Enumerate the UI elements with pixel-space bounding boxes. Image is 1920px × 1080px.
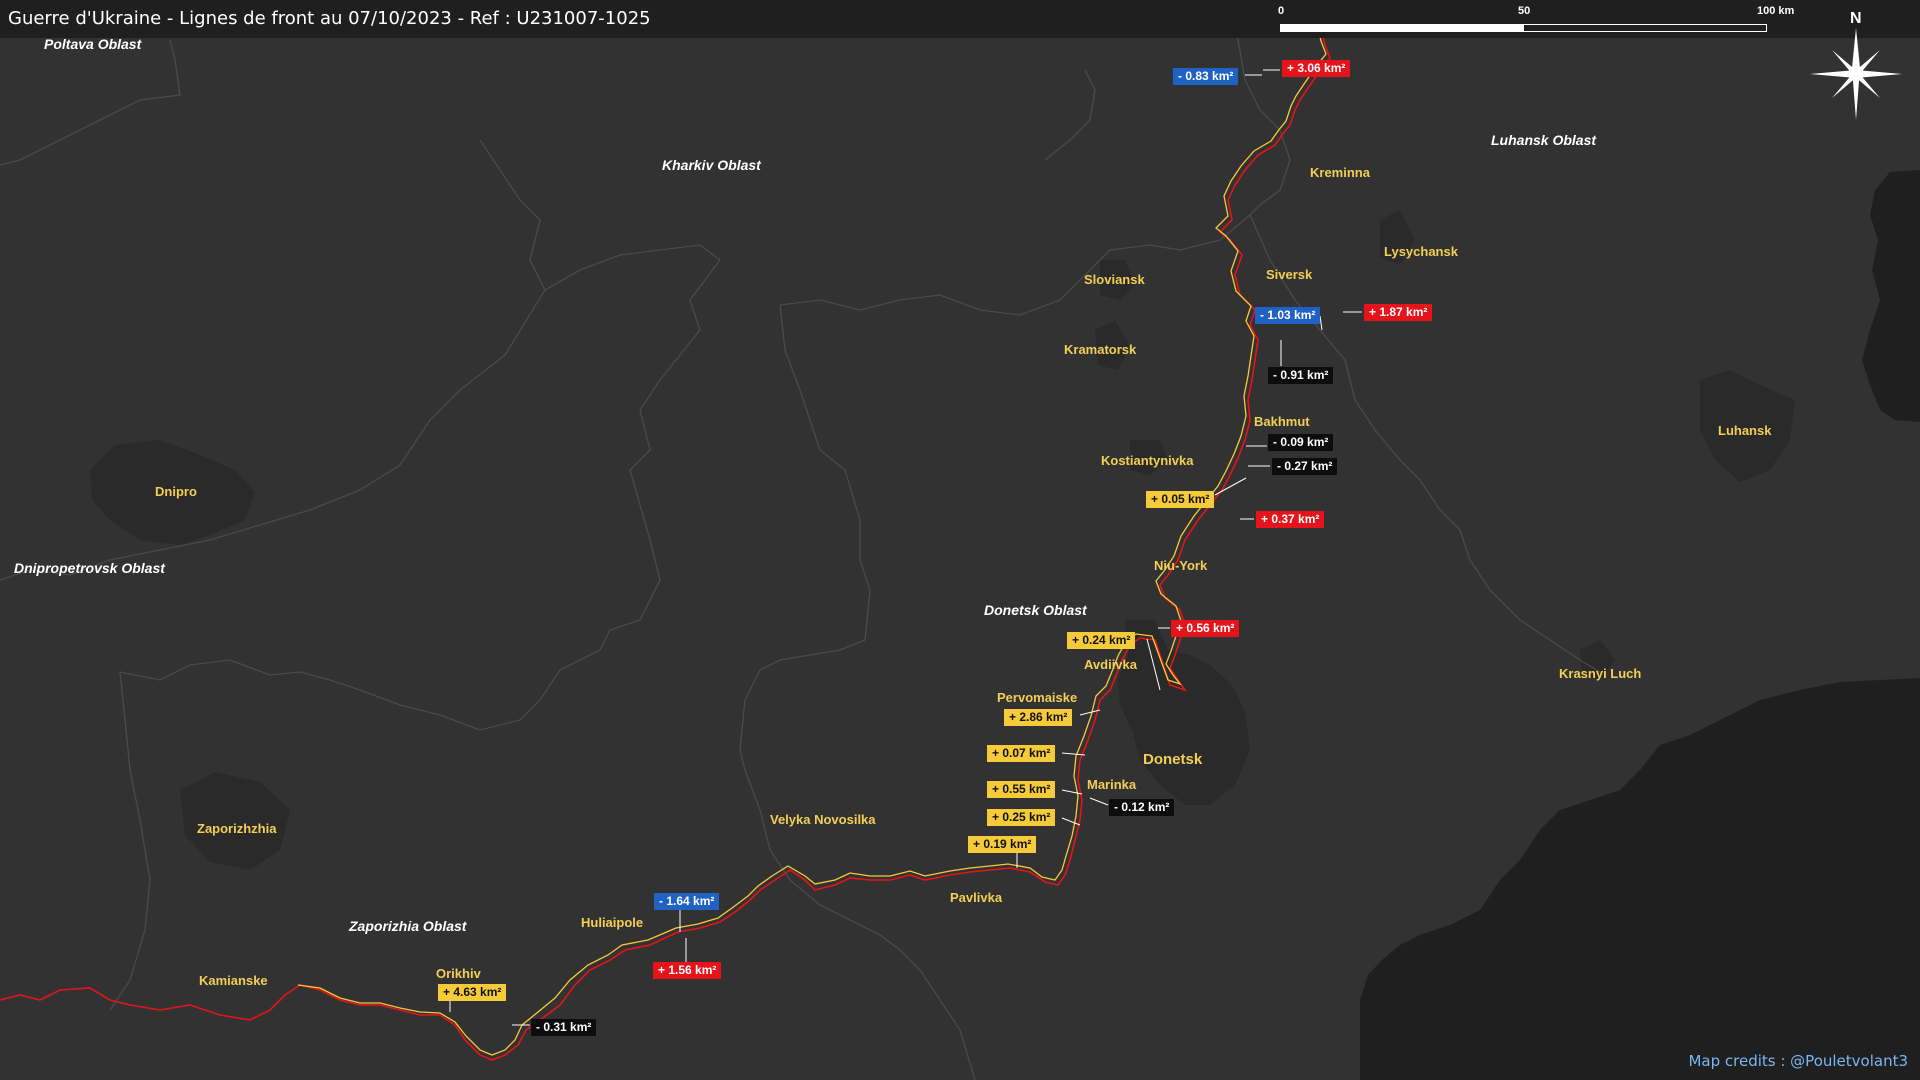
change-badge: + 3.06 km² bbox=[1282, 60, 1351, 77]
map-base-layer bbox=[0, 0, 1920, 1080]
oblast-label-poltava: Poltava Oblast bbox=[44, 36, 142, 52]
city-label-krasnyi-luch: Krasnyi Luch bbox=[1559, 666, 1642, 681]
city-label-luhansk: Luhansk bbox=[1718, 423, 1772, 438]
change-badge: - 1.64 km² bbox=[654, 893, 720, 910]
change-badge: + 0.25 km² bbox=[987, 809, 1056, 826]
change-badge: + 0.56 km² bbox=[1171, 620, 1240, 637]
scale-segment-filled bbox=[1280, 24, 1524, 32]
oblast-label-kharkiv: Kharkiv Oblast bbox=[662, 157, 761, 173]
scale-segment-empty bbox=[1523, 24, 1767, 32]
compass-rose-icon: N bbox=[1806, 10, 1906, 125]
city-label-pervomaiske: Pervomaiske bbox=[997, 690, 1078, 705]
city-label-sloviansk: Sloviansk bbox=[1084, 272, 1145, 287]
urban-areas bbox=[90, 210, 1795, 870]
city-label-bakhmut: Bakhmut bbox=[1254, 414, 1310, 429]
title-bar: Guerre d'Ukraine - Lignes de front au 07… bbox=[0, 0, 1230, 38]
change-badge: + 1.87 km² bbox=[1364, 304, 1433, 321]
change-badge: + 0.07 km² bbox=[987, 745, 1056, 762]
city-label-kostiantynivka: Kostiantynivka bbox=[1101, 453, 1194, 468]
oblast-label-dnipropetrovsk: Dnipropetrovsk Oblast bbox=[14, 560, 165, 576]
change-badge: + 0.19 km² bbox=[968, 836, 1037, 853]
city-label-marinka: Marinka bbox=[1087, 777, 1137, 792]
map-title: Guerre d'Ukraine - Lignes de front au 07… bbox=[8, 8, 651, 29]
map-credits: Map credits : @Pouletvolant3 bbox=[1688, 1052, 1908, 1070]
change-badge: + 0.24 km² bbox=[1067, 632, 1136, 649]
change-badge: + 0.55 km² bbox=[987, 781, 1056, 798]
change-badge: - 0.27 km² bbox=[1272, 458, 1338, 475]
city-label-kramatorsk: Kramatorsk bbox=[1064, 342, 1137, 357]
oblast-borders bbox=[0, 0, 1601, 1080]
city-label-kreminna: Kreminna bbox=[1310, 165, 1370, 180]
city-label-velyka-novosilka: Velyka Novosilka bbox=[770, 812, 876, 827]
change-badge: - 0.91 km² bbox=[1268, 367, 1334, 384]
city-label-zaporizhzhia: Zaporizhzhia bbox=[197, 821, 277, 836]
star-icon bbox=[1810, 28, 1902, 120]
change-badge: - 0.09 km² bbox=[1268, 434, 1334, 451]
city-label-huliaipole: Huliaipole bbox=[581, 915, 644, 930]
oblast-label-zaporizhia: Zaporizhia Oblast bbox=[349, 918, 467, 934]
scale-tick-100: 100 km bbox=[1757, 5, 1795, 17]
change-badge: + 0.05 km² bbox=[1146, 491, 1215, 508]
city-label-kamianske: Kamianske bbox=[199, 973, 268, 988]
russia-area-east bbox=[1862, 170, 1920, 422]
change-badge: - 0.31 km² bbox=[531, 1019, 597, 1036]
change-badge: - 0.83 km² bbox=[1173, 68, 1239, 85]
scale-tick-50: 50 bbox=[1518, 5, 1531, 17]
city-label-lysychansk: Lysychansk bbox=[1384, 244, 1458, 259]
change-badge: + 0.37 km² bbox=[1256, 511, 1325, 528]
scale-tick-0: 0 bbox=[1278, 5, 1285, 17]
city-label-donetsk: Donetsk bbox=[1143, 751, 1203, 768]
change-badge: + 2.86 km² bbox=[1004, 709, 1073, 726]
city-label-dnipro: Dnipro bbox=[155, 484, 197, 499]
map-canvas[interactable]: Guerre d'Ukraine - Lignes de front au 07… bbox=[0, 0, 1920, 1080]
city-label-avdiivka: Avdiivka bbox=[1084, 657, 1137, 672]
city-label-niu-york: Niu-York bbox=[1154, 558, 1208, 573]
change-badge: + 1.56 km² bbox=[653, 962, 722, 979]
oblast-label-luhansk: Luhansk Oblast bbox=[1491, 132, 1597, 148]
city-label-siversk: Siversk bbox=[1266, 267, 1313, 282]
change-badge: - 0.12 km² bbox=[1109, 799, 1175, 816]
city-label-orikhiv: Orikhiv bbox=[436, 966, 481, 981]
leader-lines bbox=[449, 69, 1362, 1026]
oblast-label-donetsk: Donetsk Oblast bbox=[984, 602, 1087, 618]
occupied-area-southeast bbox=[1360, 678, 1920, 1080]
city-label-pavlivka: Pavlivka bbox=[950, 890, 1003, 905]
change-badge: + 4.63 km² bbox=[438, 984, 507, 1001]
change-badge: - 1.03 km² bbox=[1255, 307, 1321, 324]
